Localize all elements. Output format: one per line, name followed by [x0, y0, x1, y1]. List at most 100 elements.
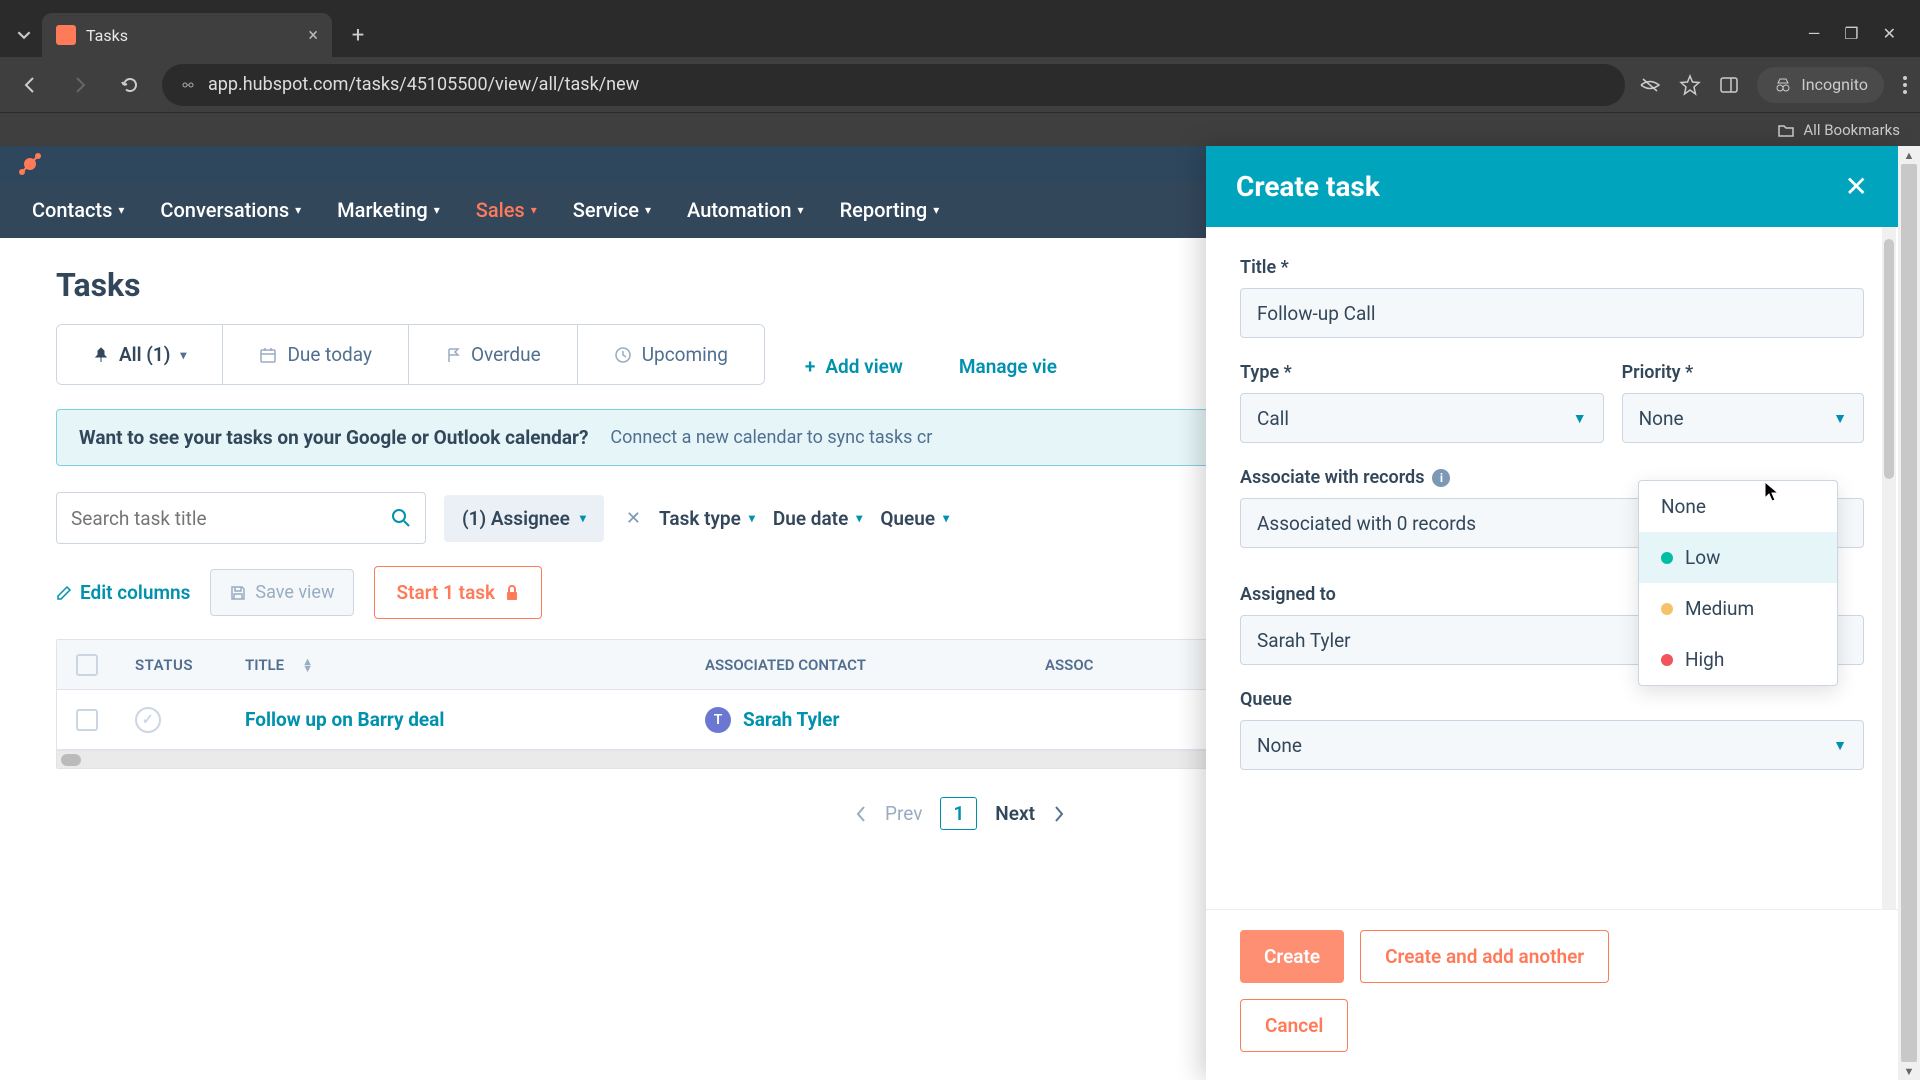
chevron-down-icon: ▼ [1833, 410, 1847, 427]
search-input[interactable] [71, 507, 391, 530]
create-and-add-another-button[interactable]: Create and add another [1360, 930, 1609, 983]
avatar: T [705, 707, 731, 733]
all-bookmarks-link[interactable]: All Bookmarks [1803, 121, 1900, 139]
bookmarks-folder-icon[interactable] [1777, 121, 1795, 139]
filter-queue[interactable]: Queue▾ [880, 507, 949, 530]
edit-columns-button[interactable]: Edit columns [56, 581, 190, 604]
save-icon [229, 584, 247, 602]
forward-button[interactable] [62, 67, 98, 103]
minimize-icon[interactable]: — [1808, 24, 1821, 43]
queue-select[interactable]: None ▼ [1240, 720, 1864, 770]
nav-service[interactable]: Service▾ [573, 198, 651, 222]
filter-due-date[interactable]: Due date▾ [773, 507, 862, 530]
banner-question: Want to see your tasks on your Google or… [79, 426, 588, 449]
window-controls: — ❐ ✕ [1808, 24, 1920, 57]
chevron-down-icon: ▼ [1573, 410, 1587, 427]
contact-link[interactable]: Sarah Tyler [743, 708, 839, 731]
search-icon[interactable] [391, 508, 411, 528]
priority-option-low[interactable]: Low [1639, 532, 1837, 583]
browser-toolbar: app.hubspot.com/tasks/45105500/view/all/… [0, 57, 1920, 112]
save-view-button[interactable]: Save view [210, 569, 353, 616]
address-bar[interactable]: app.hubspot.com/tasks/45105500/view/all/… [162, 64, 1625, 106]
col-title[interactable]: TITLE ▲▼ [227, 656, 687, 674]
browser-tab-strip: Tasks × + — ❐ ✕ [0, 0, 1920, 57]
scroll-down-arrow[interactable]: ▼ [1898, 1062, 1920, 1080]
priority-option-none[interactable]: None [1639, 481, 1837, 532]
nav-contacts[interactable]: Contacts▾ [32, 198, 124, 222]
tab-upcoming[interactable]: Upcoming [578, 325, 764, 384]
row-checkbox[interactable] [76, 709, 98, 731]
nav-conversations[interactable]: Conversations▾ [160, 198, 301, 222]
banner-subtext: Connect a new calendar to sync tasks cr [610, 427, 932, 448]
browser-tab[interactable]: Tasks × [42, 13, 332, 57]
prev-arrow-icon[interactable] [855, 805, 867, 823]
tab-search-dropdown[interactable] [6, 17, 42, 53]
page-vertical-scrollbar[interactable]: ▲ ▼ [1898, 146, 1920, 1080]
pencil-icon [56, 585, 72, 601]
current-page[interactable]: 1 [940, 797, 977, 830]
type-select[interactable]: Call ▼ [1240, 393, 1604, 443]
flag-icon [445, 347, 461, 363]
panel-scrollbar-thumb[interactable] [1884, 239, 1894, 479]
task-title-link[interactable]: Follow up on Barry deal [227, 708, 687, 731]
reload-button[interactable] [112, 67, 148, 103]
incognito-icon [1773, 75, 1793, 95]
filter-assignee[interactable]: (1) Assignee ▾ [444, 495, 604, 542]
create-task-panel: Create task ✕ Title * Type * Call ▼ Prio… [1206, 146, 1898, 1080]
bookmarks-bar: All Bookmarks [0, 112, 1920, 146]
close-tab-icon[interactable]: × [308, 25, 318, 46]
start-task-button[interactable]: Start 1 task [374, 566, 543, 619]
create-button[interactable]: Create [1240, 930, 1344, 983]
nav-reporting[interactable]: Reporting▾ [840, 198, 940, 222]
cancel-button[interactable]: Cancel [1240, 999, 1348, 1052]
info-icon[interactable]: i [1432, 469, 1450, 487]
panel-header: Create task ✕ [1206, 146, 1898, 227]
priority-option-high[interactable]: High [1639, 634, 1837, 685]
pin-icon [93, 347, 109, 363]
incognito-indicator[interactable]: Incognito [1757, 67, 1884, 103]
next-button[interactable]: Next [995, 802, 1035, 825]
priority-option-medium[interactable]: Medium [1639, 583, 1837, 634]
nav-automation[interactable]: Automation▾ [687, 198, 804, 222]
new-tab-button[interactable]: + [340, 17, 376, 53]
site-info-icon[interactable] [180, 77, 196, 93]
title-input[interactable] [1240, 288, 1864, 338]
close-window-icon[interactable]: ✕ [1883, 24, 1896, 43]
search-input-wrapper[interactable] [56, 492, 426, 544]
priority-dot-low [1661, 552, 1673, 564]
bookmark-star-icon[interactable] [1679, 74, 1701, 96]
tab-all[interactable]: All (1) ▾ [57, 325, 223, 384]
close-panel-icon[interactable]: ✕ [1845, 170, 1868, 203]
filter-task-type[interactable]: Task type▾ [659, 507, 755, 530]
page-scroll-thumb[interactable] [1901, 164, 1917, 1062]
tab-overdue[interactable]: Overdue [409, 325, 578, 384]
clear-assignee-icon[interactable]: ✕ [626, 508, 641, 529]
maximize-icon[interactable]: ❐ [1844, 24, 1858, 43]
panel-title: Create task [1236, 170, 1380, 203]
priority-select[interactable]: None ▼ [1622, 393, 1864, 443]
hubspot-logo[interactable] [16, 150, 44, 178]
back-button[interactable] [12, 67, 48, 103]
panel-scrollbar[interactable] [1882, 227, 1896, 909]
col-associated-contact[interactable]: ASSOCIATED CONTACT [687, 656, 1027, 674]
panel-footer: Create Create and add another Cancel [1206, 909, 1898, 1080]
next-arrow-icon[interactable] [1053, 805, 1065, 823]
select-all-checkbox[interactable] [76, 654, 98, 676]
manage-views-link[interactable]: Manage vie [931, 337, 1057, 396]
browser-menu-icon[interactable] [1902, 75, 1908, 95]
side-panel-icon[interactable] [1719, 75, 1739, 95]
incognito-eye-icon[interactable] [1639, 74, 1661, 96]
scroll-up-arrow[interactable]: ▲ [1898, 146, 1920, 164]
add-view-button[interactable]: + Add view [777, 337, 931, 396]
tab-due-today[interactable]: Due today [223, 325, 409, 384]
col-status[interactable]: STATUS [117, 656, 227, 674]
hscroll-thumb[interactable] [61, 754, 81, 766]
prev-button[interactable]: Prev [885, 802, 922, 825]
clock-icon [614, 346, 632, 364]
nav-marketing[interactable]: Marketing▾ [337, 198, 440, 222]
nav-sales[interactable]: Sales▾ [476, 198, 537, 222]
type-label: Type * [1240, 362, 1604, 383]
status-toggle[interactable]: ✓ [135, 707, 161, 733]
incognito-label: Incognito [1801, 75, 1868, 94]
sort-icon: ▲▼ [302, 658, 313, 672]
